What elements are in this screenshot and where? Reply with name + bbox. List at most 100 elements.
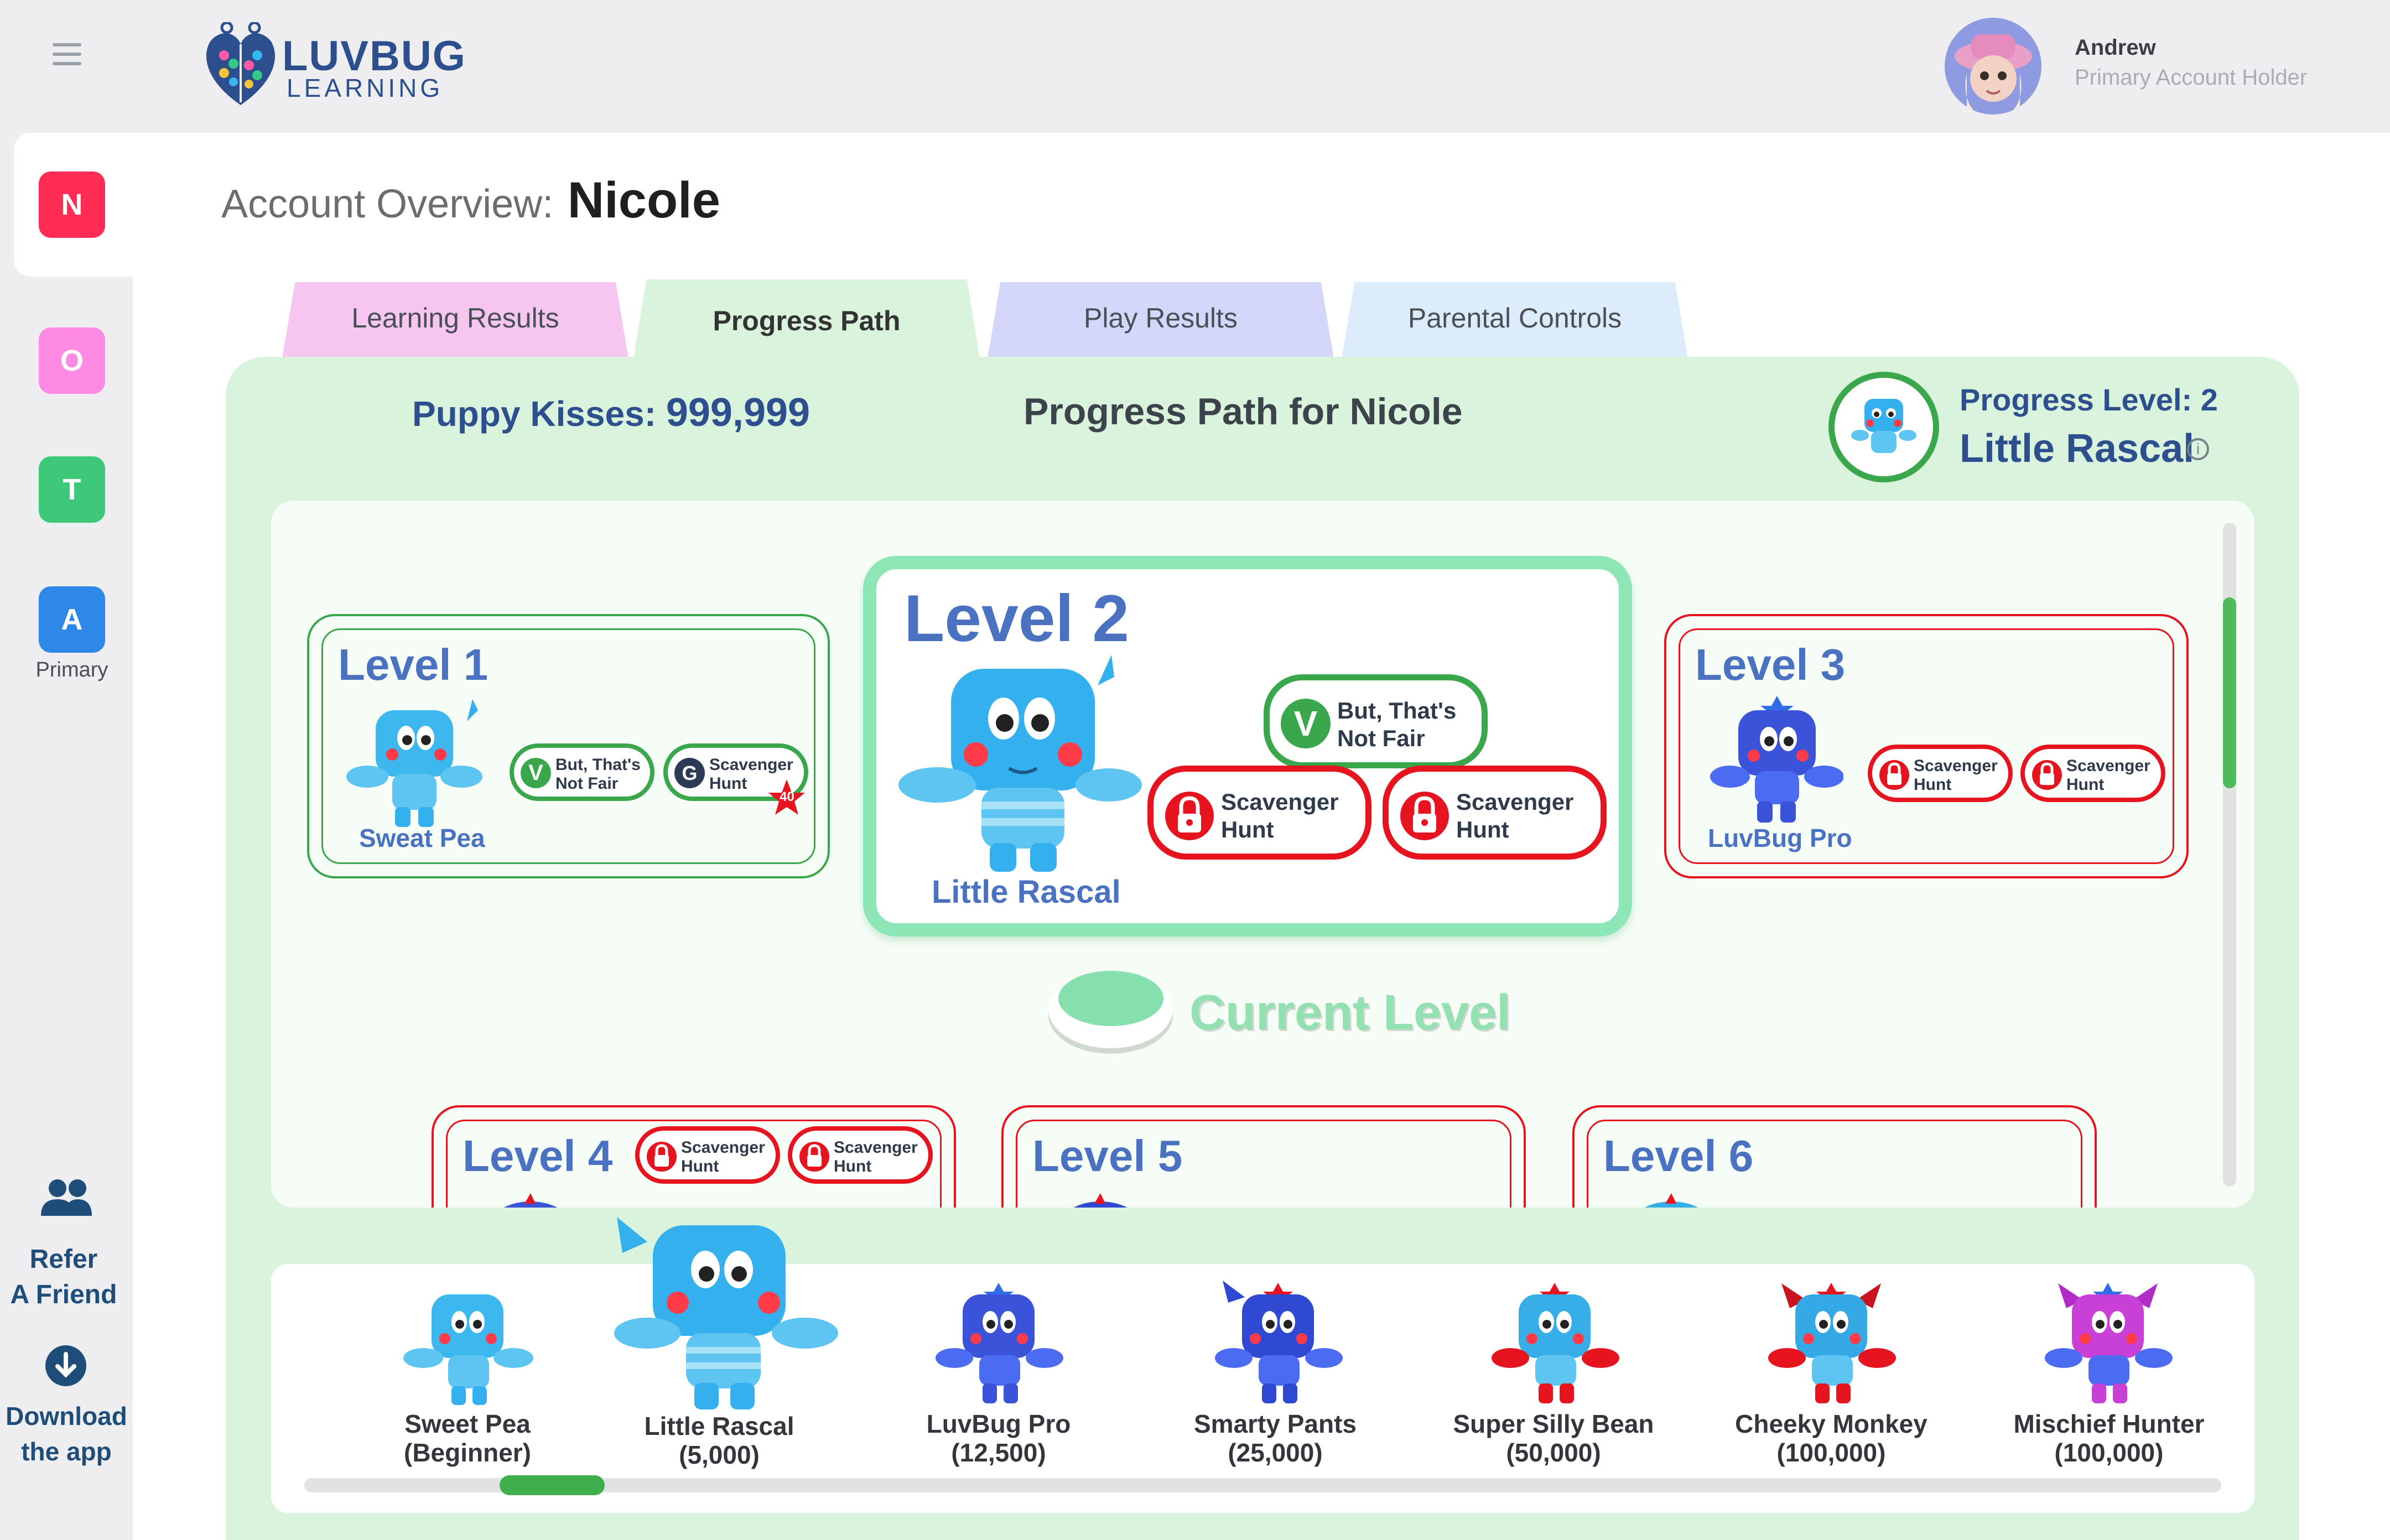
level-card-1[interactable]: Level 1 Sweat Pea V But, That's Not Fair … xyxy=(307,614,830,878)
pill-text: Hunt xyxy=(1221,816,1274,842)
profile-label-primary: Primary xyxy=(35,658,108,681)
character-name: Super Silly Bean xyxy=(1453,1409,1654,1438)
pill-text: Scavenger xyxy=(1914,757,1998,775)
level-card-6[interactable]: Level 6 xyxy=(1572,1105,2097,1208)
character-name: Sweet Pea xyxy=(404,1409,531,1438)
level-card-2-current[interactable]: Level 2 Little Rascal V But, That's Not F… xyxy=(863,556,1632,937)
profile-badge-n[interactable]: N xyxy=(39,171,105,238)
check-v-icon: V xyxy=(521,758,551,788)
activity-pill-in-progress[interactable]: G Scavenger Hunt 40 xyxy=(663,743,808,815)
character-cheeky-monkey[interactable]: Cheeky Monkey (100,000) xyxy=(1710,1409,1953,1467)
little-rascal-strip-icon[interactable] xyxy=(609,1214,841,1413)
pill-text: Not Fair xyxy=(555,774,619,793)
character-points: (Beginner) xyxy=(404,1438,531,1467)
cheeky-monkey-strip-icon[interactable] xyxy=(1759,1281,1903,1408)
character-points: (12,500) xyxy=(951,1438,1046,1467)
profile-badge-a[interactable]: A xyxy=(39,586,105,653)
level-card-3[interactable]: Level 3 LuvBug Pro Scavenger Hunt Scaveng… xyxy=(1664,614,2189,878)
activity-pill-locked[interactable]: Scavenger Hunt xyxy=(1147,766,1371,860)
character-little-rascal[interactable]: Little Rascal (5,000) xyxy=(598,1412,841,1469)
lock-icon xyxy=(799,1142,829,1172)
character-name: LuvBug Pro xyxy=(926,1409,1071,1438)
level-title: Level 1 xyxy=(338,640,489,689)
lock-icon xyxy=(1879,760,1909,790)
character-mischief-hunter[interactable]: Mischief Hunter (100,000) xyxy=(1987,1409,2231,1467)
activity-pill-locked[interactable]: Scavenger Hunt xyxy=(788,1126,933,1184)
lock-icon xyxy=(2032,760,2062,790)
level-title: Level 6 xyxy=(1603,1131,1754,1180)
page-title: Account Overview: Nicole xyxy=(221,171,720,230)
info-icon[interactable]: i xyxy=(2187,438,2209,460)
level-4-character-icon xyxy=(503,1193,558,1208)
activity-pill-completed[interactable]: V But, That's Not Fair xyxy=(1264,674,1488,768)
lock-icon xyxy=(647,1142,677,1172)
profile-badge-t[interactable]: T xyxy=(39,456,105,523)
luvbug-logo-icon[interactable] xyxy=(199,22,282,111)
tab-learning-results[interactable]: Learning Results xyxy=(281,282,630,365)
character-points: (50,000) xyxy=(1506,1438,1601,1467)
activity-pill-locked[interactable]: Scavenger Hunt xyxy=(1868,745,2013,802)
level-character-name: Little Rascal xyxy=(932,874,1121,910)
smarty-pants-strip-icon[interactable] xyxy=(1206,1281,1350,1408)
level-card-5[interactable]: Level 5 xyxy=(1001,1105,1526,1208)
user-avatar[interactable] xyxy=(1945,18,2041,115)
vertical-scrollbar-thumb[interactable] xyxy=(2223,597,2236,788)
character-luvbug-pro[interactable]: LuvBug Pro (12,500) xyxy=(877,1409,1120,1467)
pill-text: But, That's xyxy=(1337,698,1457,724)
title-label: Account Overview: xyxy=(221,182,554,226)
logo-subtext: LEARNING xyxy=(287,74,444,102)
download-line1: Download xyxy=(6,1402,127,1430)
character-points: (100,000) xyxy=(2054,1438,2164,1467)
users-icon[interactable] xyxy=(39,1178,94,1217)
puppy-kisses: Puppy Kisses: 999,999 xyxy=(412,390,810,435)
pill-text: Hunt xyxy=(681,1157,719,1175)
level-title: Level 4 xyxy=(463,1131,613,1180)
level-5-character-icon xyxy=(1073,1193,1128,1208)
refer-friend-link[interactable]: Refer A Friend xyxy=(0,1242,130,1313)
pill-text: Scavenger xyxy=(834,1138,918,1157)
little-rascal-character-icon xyxy=(898,655,1142,872)
progress-level-name: Little Rascal xyxy=(1960,426,2195,471)
luvbug-pro-strip-icon[interactable] xyxy=(929,1281,1068,1408)
download-app-link[interactable]: Download the app xyxy=(0,1398,133,1469)
tab-play-results[interactable]: Play Results xyxy=(986,282,1335,365)
sweet-pea-strip-icon[interactable] xyxy=(398,1289,537,1408)
level-title: Level 2 xyxy=(904,581,1129,655)
character-points: (100,000) xyxy=(1776,1438,1886,1467)
horizontal-scrollbar-thumb[interactable] xyxy=(500,1475,605,1495)
pill-text: Hunt xyxy=(2066,776,2105,794)
character-sweet-pea[interactable]: Sweet Pea (Beginner) xyxy=(346,1409,589,1467)
level-title: Level 5 xyxy=(1032,1131,1183,1180)
refer-line1: Refer xyxy=(29,1245,98,1274)
level-card-4[interactable]: Level 4 Scavenger Hunt Scavenger Hunt xyxy=(432,1105,956,1208)
download-icon[interactable] xyxy=(44,1344,87,1387)
tab-parental-controls[interactable]: Parental Controls xyxy=(1341,282,1689,365)
character-name: Little Rascal xyxy=(644,1412,794,1440)
title-child-name: Nicole xyxy=(567,172,720,228)
mischief-hunter-strip-icon[interactable] xyxy=(2036,1281,2180,1408)
current-level-label: Current Level xyxy=(1189,985,1511,1040)
progress-path-title: Progress Path for Nicole xyxy=(1023,391,1463,433)
super-silly-bean-strip-icon[interactable] xyxy=(1483,1281,1627,1408)
activity-pill-locked[interactable]: Scavenger Hunt xyxy=(2020,745,2165,802)
character-super-silly-bean[interactable]: Super Silly Bean (50,000) xyxy=(1432,1409,1675,1467)
little-rascal-mini-icon xyxy=(1851,399,1916,453)
tab-progress-path[interactable]: Progress Path xyxy=(632,279,981,365)
current-level-marker xyxy=(1048,971,1173,1048)
level-character-name: Sweat Pea xyxy=(359,824,485,852)
activity-pill-locked[interactable]: Scavenger Hunt xyxy=(635,1126,780,1184)
activity-pill-completed[interactable]: V But, That's Not Fair xyxy=(510,743,654,801)
menu-icon[interactable] xyxy=(53,43,81,65)
pill-text: Hunt xyxy=(834,1157,872,1175)
refer-line2: A Friend xyxy=(10,1280,117,1309)
sweet-pea-character-icon xyxy=(346,699,482,827)
profile-badge-o[interactable]: O xyxy=(39,327,105,394)
level-6-character-icon xyxy=(1644,1193,1698,1208)
download-line2: the app xyxy=(21,1437,112,1466)
character-smarty-pants[interactable]: Smarty Pants (25,000) xyxy=(1154,1409,1397,1467)
activity-pill-locked[interactable]: Scavenger Hunt xyxy=(1383,766,1607,860)
pill-text: But, That's xyxy=(555,756,641,774)
pill-text: Scavenger xyxy=(1221,789,1339,815)
pill-text: Hunt xyxy=(1914,776,1952,794)
pill-text: Not Fair xyxy=(1337,725,1425,751)
